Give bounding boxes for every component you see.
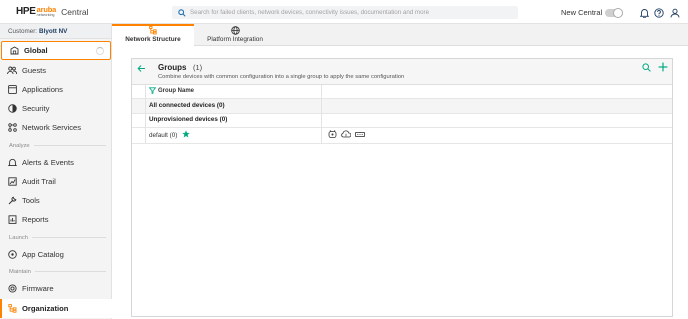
- sidebar-item-tools[interactable]: Tools: [0, 191, 112, 210]
- sidebar-item-app-catalog[interactable]: App Catalog: [0, 245, 112, 264]
- sidebar-item-reports[interactable]: Reports: [0, 210, 112, 229]
- tab-network-structure[interactable]: Network Structure: [112, 24, 194, 46]
- sidebar-item-audit-trail[interactable]: Audit Trail: [0, 172, 112, 191]
- sidebar-item-alerts-events[interactable]: Alerts & Events: [0, 153, 112, 172]
- sidebar-item-network-services[interactable]: Network Services: [0, 118, 112, 137]
- table-divider: [132, 127, 672, 128]
- search-icon: [176, 7, 188, 19]
- device-type-icons: [327, 130, 365, 138]
- sidebar-item-organization[interactable]: Organization: [0, 299, 112, 318]
- sidebar-item-label: Reports: [22, 215, 49, 224]
- section-label-analyze: Analyze: [0, 140, 112, 151]
- tab-label: Platform Integration: [207, 36, 263, 43]
- sidebar-item-label: Organization: [22, 304, 69, 313]
- sidebar-item-label: App Catalog: [22, 250, 64, 259]
- groups-count: (1): [193, 63, 203, 72]
- group-name: default (0): [149, 132, 178, 139]
- table-row-default[interactable]: default (0): [149, 130, 190, 139]
- customer-name: Blyott NV: [39, 27, 68, 35]
- groups-panel: Groups (1) Combine devices with common c…: [131, 58, 673, 317]
- sidebar-item-label: Guests: [22, 66, 47, 75]
- globe-icon: [230, 26, 240, 35]
- groups-subtitle: Combine devices with common configuratio…: [158, 74, 405, 80]
- user-profile-icon[interactable]: [669, 7, 680, 18]
- firmware-icon: [7, 284, 17, 294]
- column-divider: [321, 85, 322, 143]
- sidebar-item-firmware[interactable]: Firmware: [0, 279, 112, 298]
- tab-label: Network Structure: [125, 36, 181, 43]
- column-divider: [145, 85, 146, 143]
- global-label: Global: [24, 46, 48, 55]
- section-label-maintain: Maintain: [0, 266, 112, 277]
- sidebar-item-label: Network Services: [22, 123, 82, 132]
- table-divider: [132, 143, 672, 144]
- global-search[interactable]: [172, 6, 518, 19]
- audit-icon: [7, 177, 17, 187]
- applications-icon: [7, 85, 17, 95]
- global-context-selector[interactable]: Global: [1, 41, 111, 60]
- logo-hpe-text: HPE: [16, 6, 36, 17]
- sidebar-item-applications[interactable]: Applications: [0, 80, 112, 99]
- reports-icon: [7, 215, 17, 225]
- new-central-label: New Central: [561, 8, 603, 17]
- network-services-icon: [7, 123, 17, 133]
- global-icon: [9, 46, 19, 56]
- notifications-bell-icon[interactable]: [639, 7, 650, 18]
- app-name: Central: [61, 6, 89, 17]
- loading-spinner-icon: [96, 47, 104, 55]
- groups-title: Groups: [158, 63, 187, 72]
- logo-networking-text: networking: [36, 12, 55, 17]
- sidebar: Customer: Blyott NV Global Guests Applic…: [0, 24, 112, 319]
- toggle-knob: [613, 8, 623, 18]
- add-group-icon[interactable]: [657, 61, 669, 73]
- column-header-group-name[interactable]: Group Name: [149, 87, 194, 94]
- sidebar-item-security[interactable]: Security: [0, 99, 112, 118]
- sidebar-item-label: Security: [22, 104, 50, 113]
- sidebar-item-label: Tools: [22, 196, 40, 205]
- column-header-label: Group Name: [158, 87, 195, 94]
- app-catalog-icon: [7, 250, 17, 260]
- network-structure-icon: [149, 26, 158, 35]
- search-input[interactable]: [188, 9, 518, 16]
- shield-icon: [7, 104, 17, 114]
- filter-icon[interactable]: [149, 87, 156, 94]
- gateway-icon: [341, 130, 351, 138]
- tab-platform-integration[interactable]: Platform Integration: [196, 24, 274, 46]
- star-icon[interactable]: [182, 130, 190, 138]
- sidebar-item-label: Applications: [22, 85, 63, 94]
- table-row-unprovisioned[interactable]: Unprovisioned devices (0): [149, 116, 227, 123]
- organization-icon: [7, 304, 17, 314]
- sidebar-item-guests[interactable]: Guests: [0, 61, 112, 80]
- new-central-toggle[interactable]: [605, 8, 623, 18]
- customer-label: Customer:: [8, 27, 38, 35]
- search-groups-icon[interactable]: [640, 61, 652, 73]
- users-icon: [7, 66, 17, 76]
- customer-selector[interactable]: Customer: Blyott NV: [0, 24, 111, 39]
- sidebar-item-label: Alerts & Events: [22, 158, 74, 167]
- groups-panel-header: Groups (1) Combine devices with common c…: [132, 59, 672, 85]
- switch-icon: [355, 130, 365, 138]
- wrench-icon: [7, 196, 17, 206]
- back-arrow-icon[interactable]: [135, 62, 147, 74]
- table-row-all-connected[interactable]: All connected devices (0): [149, 102, 225, 109]
- sidebar-item-label: Audit Trail: [22, 177, 56, 186]
- section-label-launch: Launch: [0, 232, 112, 243]
- sidebar-item-label: Firmware: [22, 284, 54, 293]
- bell-icon: [7, 158, 17, 168]
- hpe-aruba-logo[interactable]: HPE aruba networking Central: [16, 6, 89, 17]
- tab-bar: Network Structure Platform Integration: [112, 24, 688, 46]
- access-point-icon: [327, 130, 337, 138]
- help-icon[interactable]: [653, 7, 664, 18]
